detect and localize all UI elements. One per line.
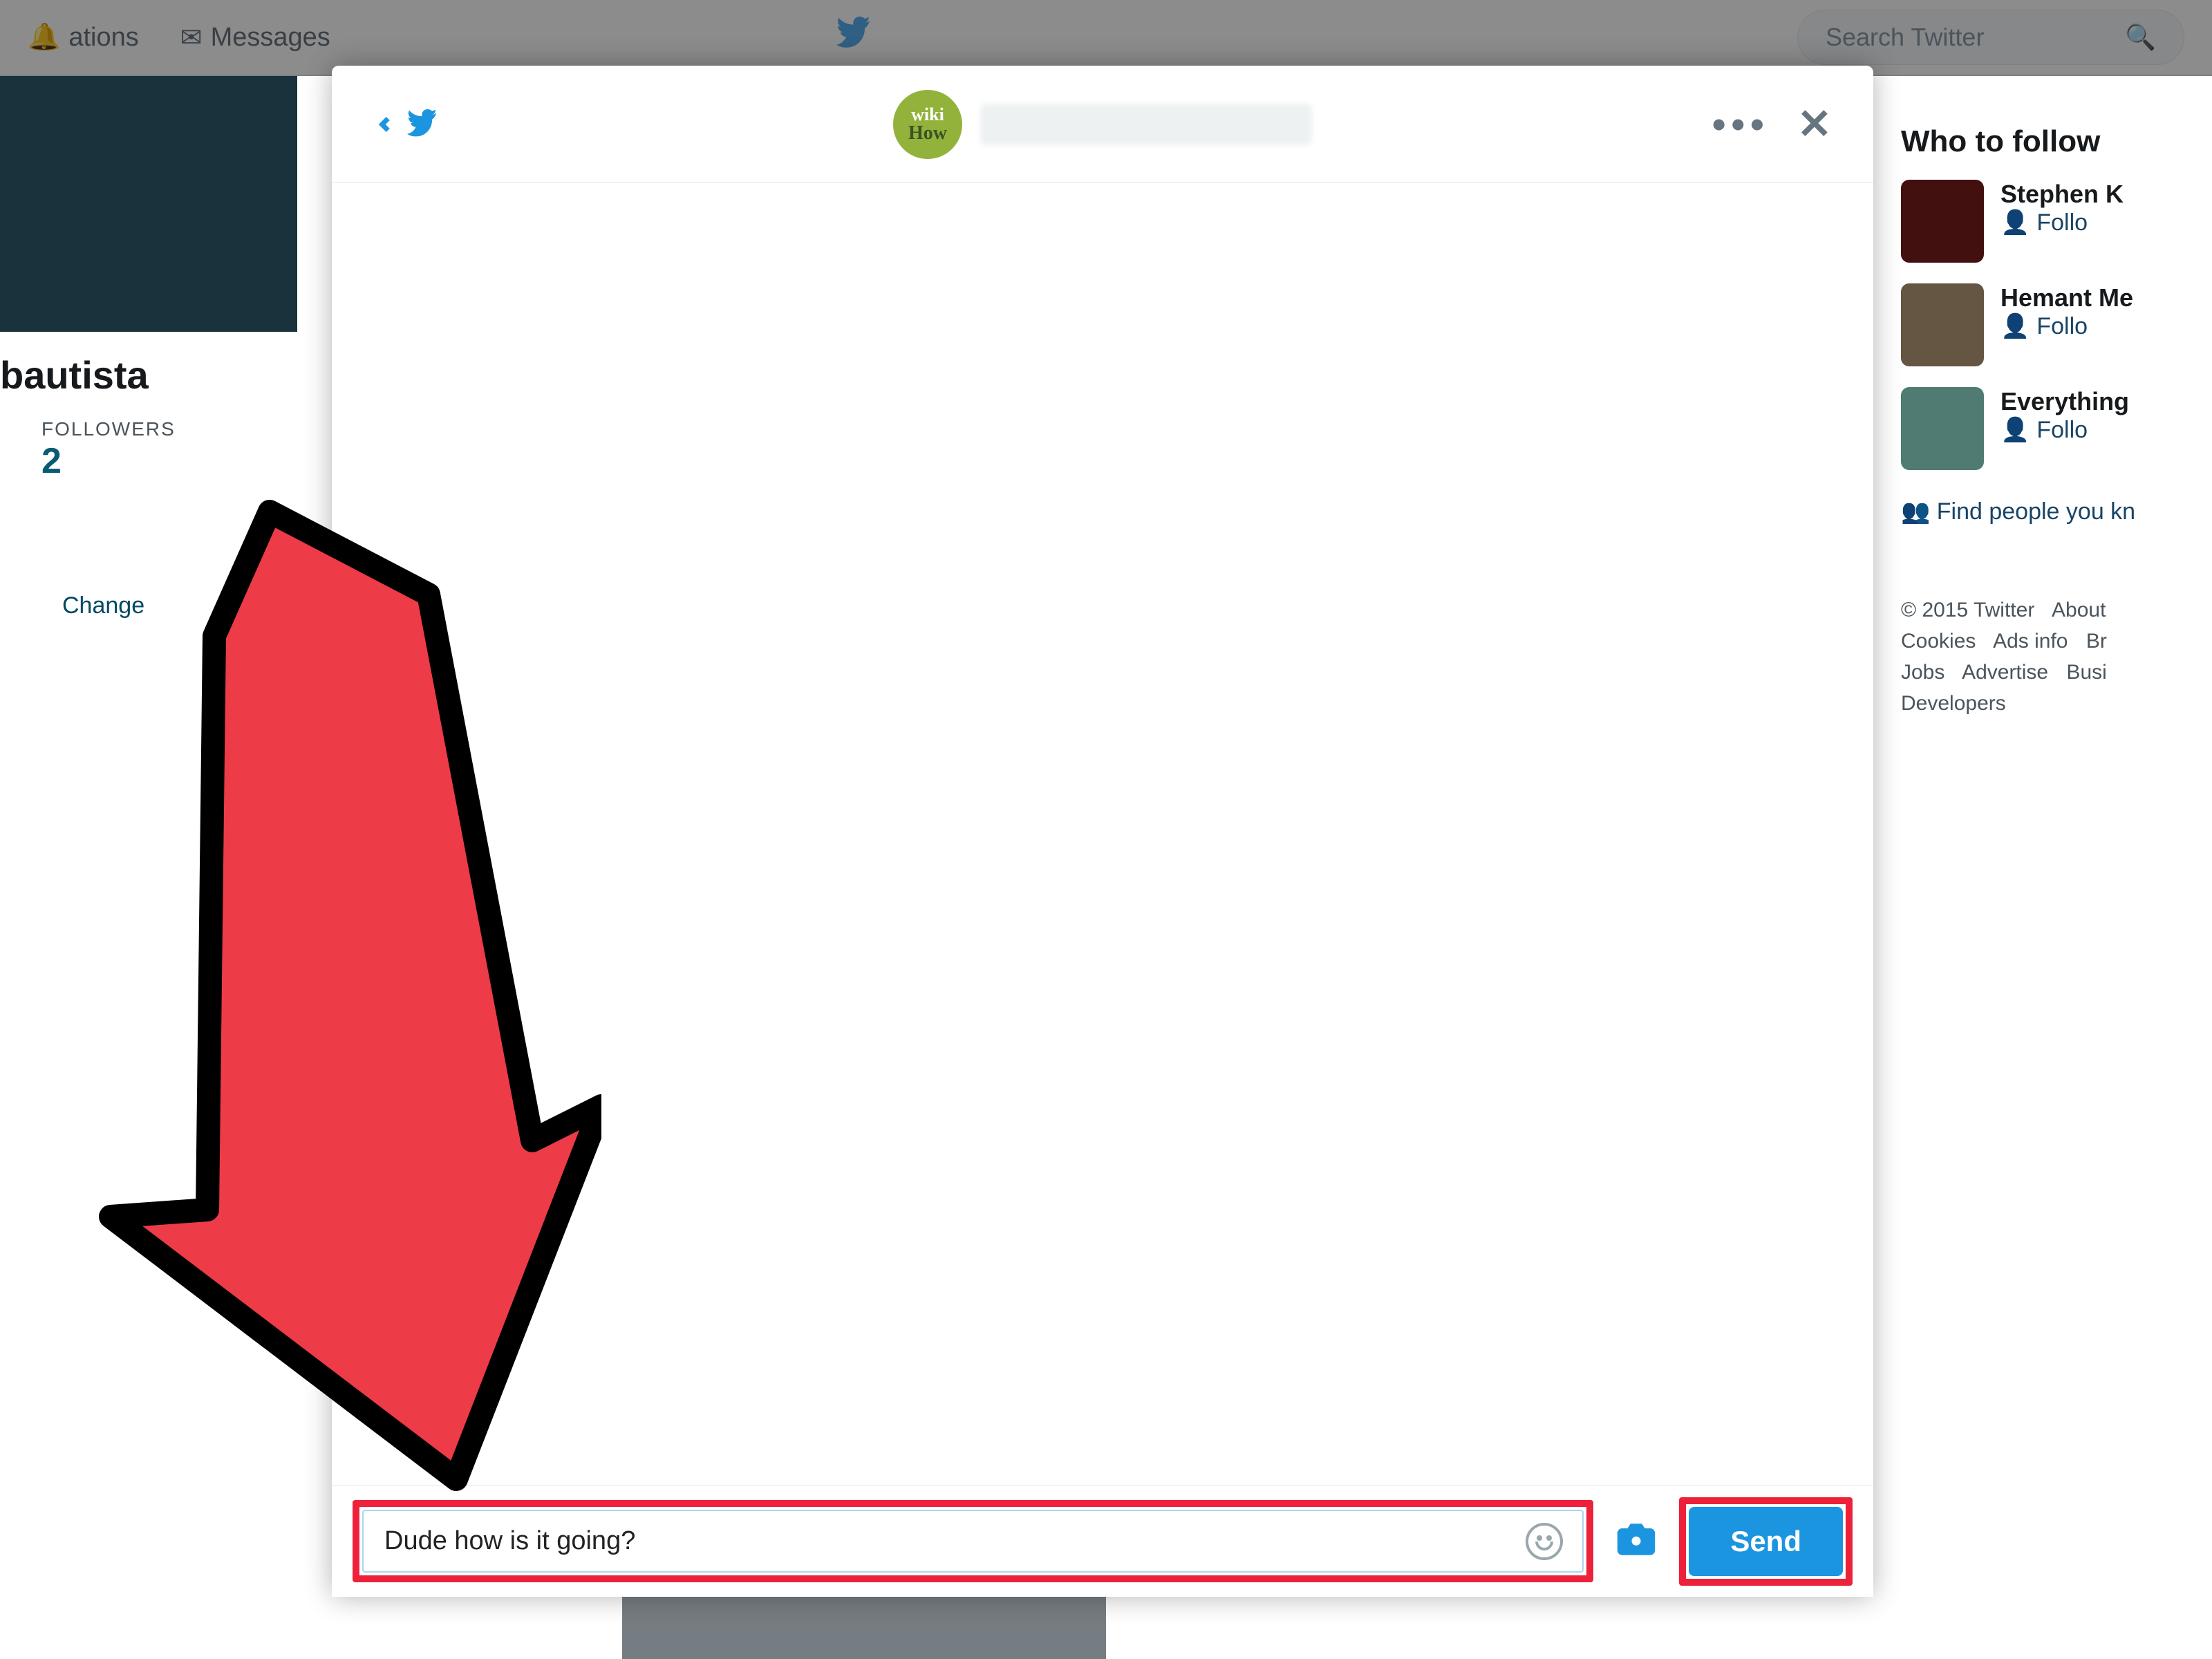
close-button[interactable]: ✕ — [1797, 100, 1832, 149]
twitter-bird-icon — [404, 109, 441, 140]
profile-cover-image — [0, 76, 297, 332]
top-navbar: 🔔 ations ✉ Messages Search Twitter 🔍 — [0, 0, 2212, 76]
search-placeholder: Search Twitter — [1826, 23, 1984, 52]
bell-icon: 🔔 — [28, 22, 60, 53]
nav-notifications[interactable]: 🔔 ations — [28, 22, 139, 53]
more-options-button[interactable]: ••• — [1712, 102, 1770, 147]
who-to-follow-item: Everything 👤Follo — [1901, 387, 2212, 470]
conversation-body — [332, 183, 1873, 1485]
follow-user-icon: 👤 — [2000, 416, 2030, 444]
footer-link[interactable]: Ads info — [1993, 630, 2068, 653]
nav-messages[interactable]: ✉ Messages — [180, 22, 330, 53]
footer-links: © 2015 Twitter About Cookies Ads info Br… — [1901, 594, 2212, 719]
footer-link[interactable]: About — [2052, 599, 2106, 621]
send-button[interactable]: Send — [1689, 1507, 1843, 1576]
suggestion-name[interactable]: Everything — [2000, 387, 2129, 416]
close-icon: ✕ — [1797, 101, 1832, 147]
chevron-left-icon — [373, 106, 397, 143]
who-to-follow-panel: Who to follow Stephen K 👤Follo Hemant Me… — [1901, 124, 2212, 719]
followers-count[interactable]: 2 — [0, 440, 297, 482]
profile-sidebar: bautista FOLLOWERS 2 Change — [0, 76, 297, 619]
follow-button[interactable]: 👤Follo — [2000, 312, 2133, 340]
nav-notifications-label: ations — [68, 23, 138, 53]
message-input[interactable] — [362, 1510, 1584, 1573]
envelope-icon: ✉ — [180, 22, 203, 53]
who-to-follow-item: Stephen K 👤Follo — [1901, 180, 2212, 263]
who-to-follow-item: Hemant Me 👤Follo — [1901, 283, 2212, 366]
footer-link[interactable]: Br — [2086, 630, 2107, 653]
modal-footer: Send — [332, 1485, 1873, 1597]
avatar[interactable] — [1901, 180, 1984, 263]
timeline-image — [622, 1597, 1106, 1659]
footer-link[interactable]: Advertise — [1962, 661, 2048, 684]
suggestion-name[interactable]: Stephen K — [2000, 180, 2124, 209]
conversation-recipient[interactable]: wiki How — [893, 90, 1312, 159]
suggestion-name[interactable]: Hemant Me — [2000, 283, 2133, 312]
ellipsis-icon: ••• — [1712, 102, 1770, 146]
who-to-follow-title: Who to follow — [1901, 124, 2212, 159]
footer-link[interactable]: Cookies — [1901, 630, 1976, 653]
smiley-icon — [1535, 1541, 1553, 1550]
avatar-text-top: wiki — [911, 106, 944, 124]
send-button-highlight: Send — [1679, 1497, 1853, 1586]
attach-photo-button[interactable] — [1614, 1521, 1658, 1562]
find-people-link[interactable]: 👥 Find people you kn — [1901, 498, 2212, 525]
search-icon: 🔍 — [2125, 23, 2156, 52]
nav-messages-label: Messages — [211, 23, 330, 53]
profile-name: bautista — [0, 332, 297, 418]
avatar[interactable] — [1901, 387, 1984, 470]
back-button[interactable] — [373, 106, 441, 143]
footer-link[interactable]: Jobs — [1901, 661, 1944, 684]
avatar-text-bottom: How — [908, 124, 947, 143]
follow-user-icon: 👤 — [2000, 312, 2030, 340]
message-input-highlight — [353, 1500, 1593, 1582]
avatar[interactable] — [1901, 283, 1984, 366]
footer-copyright: © 2015 Twitter — [1901, 599, 2034, 621]
people-icon: 👥 — [1901, 498, 1937, 525]
recipient-avatar: wiki How — [893, 90, 962, 159]
followers-label: FOLLOWERS — [0, 418, 297, 440]
recipient-name-redacted — [980, 104, 1312, 145]
modal-header: wiki How ••• ✕ — [332, 66, 1873, 183]
emoji-picker-button[interactable] — [1526, 1523, 1563, 1560]
twitter-bird-icon[interactable] — [833, 17, 874, 58]
change-link[interactable]: Change — [0, 592, 297, 619]
footer-link[interactable]: Busi — [2066, 661, 2106, 684]
follow-button[interactable]: 👤Follo — [2000, 416, 2129, 444]
direct-message-modal: wiki How ••• ✕ — [332, 66, 1873, 1597]
footer-link[interactable]: Developers — [1901, 692, 2006, 715]
follow-user-icon: 👤 — [2000, 209, 2030, 236]
search-input[interactable]: Search Twitter 🔍 — [1797, 10, 2184, 65]
camera-icon — [1614, 1521, 1658, 1558]
follow-button[interactable]: 👤Follo — [2000, 209, 2124, 236]
